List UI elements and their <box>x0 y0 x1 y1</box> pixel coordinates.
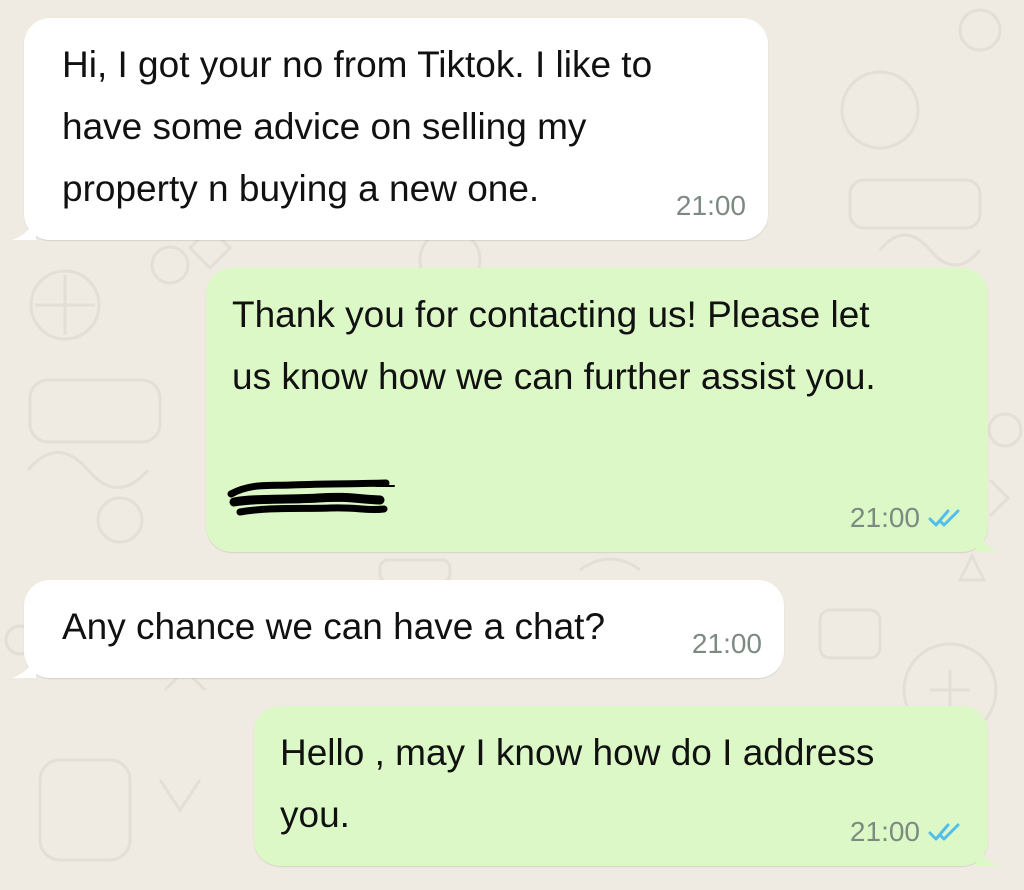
message-meta: 21:00 <box>850 816 962 848</box>
incoming-bubble-tail <box>12 654 36 678</box>
outgoing-bubble-tail <box>976 528 1000 552</box>
message-meta: 21:00 <box>850 502 962 534</box>
outgoing-message[interactable]: Thank you for contacting us! Please let … <box>206 268 1000 552</box>
double-check-icon <box>928 509 960 527</box>
message-meta: 21:00 <box>692 628 762 660</box>
message-time: 21:00 <box>849 502 920 533</box>
message-text: Hi, I got your no from Tiktok. I like to… <box>62 44 653 209</box>
message-time: 21:00 <box>849 816 920 847</box>
message-meta: 21:00 <box>676 190 746 222</box>
redacted-signature <box>227 479 395 516</box>
outgoing-bubble-tail <box>976 842 1000 866</box>
incoming-message[interactable]: Any chance we can have a chat? 21:00 <box>12 580 784 678</box>
message-text: Thank you for contacting us! Please let … <box>232 294 876 397</box>
message-time: 21:00 <box>691 628 762 659</box>
message-time: 21:00 <box>675 190 746 221</box>
incoming-message[interactable]: Hi, I got your no from Tiktok. I like to… <box>12 18 768 240</box>
outgoing-message[interactable]: Hello , may I know how do I address you.… <box>254 706 1000 866</box>
incoming-bubble-tail <box>12 216 36 240</box>
message-text: Any chance we can have a chat? <box>62 606 606 647</box>
double-check-icon <box>928 823 960 841</box>
